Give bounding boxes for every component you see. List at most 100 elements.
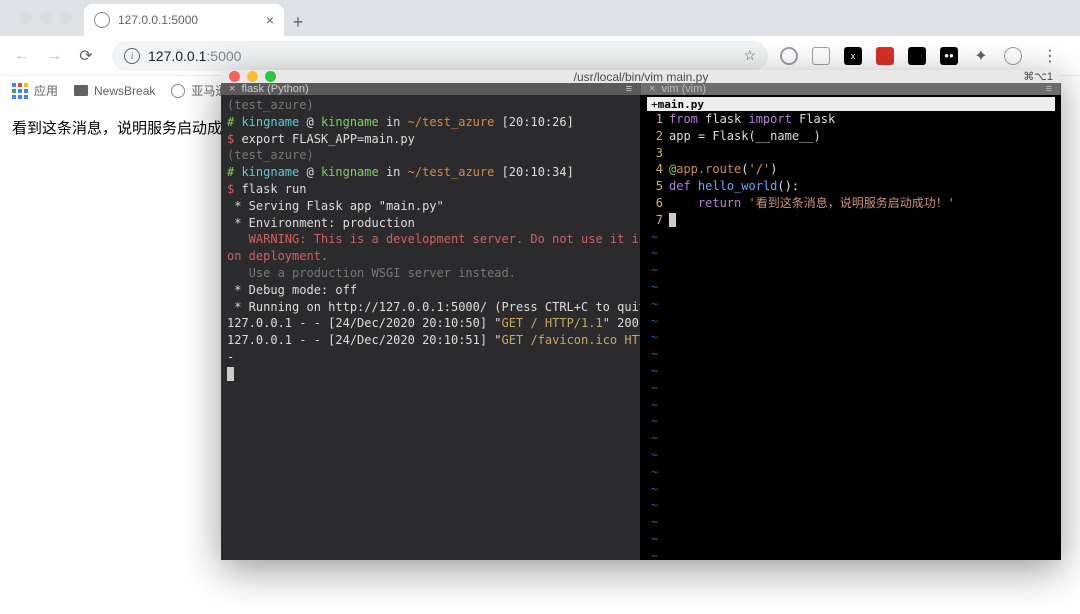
code-line: 7 [651,212,1051,229]
extension-icon[interactable] [876,47,894,65]
window-zoom-icon[interactable] [60,12,72,24]
vim-empty-line: ~ [651,531,1051,548]
shell-line: * Running on http://127.0.0.1:5000/ (Pre… [227,299,634,316]
extension-icon[interactable]: x [844,47,862,65]
apps-grid-icon [12,83,28,99]
vim-empty-line: ~ [651,413,1051,430]
extension-icon[interactable]: ●● [940,47,958,65]
code-line: 3 [651,145,1051,162]
shell-cursor [227,366,634,383]
shell-line: $ export FLASK_APP=main.py [227,131,634,148]
vim-empty-line: ~ [651,245,1051,262]
extension-icon[interactable] [908,47,926,65]
terminal-window[interactable]: /usr/local/bin/vim main.py ⌘⌥1 × flask (… [221,70,1061,560]
window-close-icon[interactable] [20,12,32,24]
vim-editor[interactable]: 1from flask import Flask2app = Flask(__n… [647,111,1055,560]
address-bar[interactable]: i 127.0.0.1:5000 ☆ [112,41,768,71]
tab-close-icon[interactable]: × [266,12,274,28]
apps-shortcut[interactable]: 应用 [12,82,58,99]
window-minimize-icon[interactable] [40,12,52,24]
vim-empty-line: ~ [651,397,1051,414]
shell-line: 127.0.0.1 - - [24/Dec/2020 20:10:50] "GE… [227,315,634,332]
bookmark-star-icon[interactable]: ☆ [743,47,756,64]
shell-line: (test_azure) [227,97,634,114]
vim-empty-line: ~ [651,380,1051,397]
tab-label: flask (Python) [241,83,308,95]
vim-empty-line: ~ [651,363,1051,380]
forward-button[interactable]: → [40,42,68,70]
terminal-traffic-lights[interactable] [229,71,276,82]
shell-line: on deployment. [227,248,634,265]
code-line: 2app = Flask(__name__) [651,128,1051,145]
tab-strip: 127.0.0.1:5000 × + [0,0,1080,36]
close-icon[interactable] [229,71,240,82]
tab-close-icon[interactable]: × [229,83,235,95]
vim-empty-line: ~ [651,229,1051,246]
menu-icon[interactable]: ⋮ [1036,42,1064,70]
vim-empty-line: ~ [651,548,1051,560]
browser-tab[interactable]: 127.0.0.1:5000 × [84,4,284,36]
shell-pane[interactable]: (test_azure)# kingname @ kingname in ~/t… [221,95,641,560]
terminal-titlebar[interactable]: /usr/local/bin/vim main.py ⌘⌥1 [221,70,1061,83]
vim-empty-line: ~ [651,329,1051,346]
site-info-icon[interactable]: i [124,48,140,64]
url-port: :5000 [206,48,241,64]
shell-line: * Environment: production [227,215,634,232]
vim-empty-line: ~ [651,279,1051,296]
vim-empty-line: ~ [651,296,1051,313]
code-line: 4@app.route('/') [651,161,1051,178]
minimize-icon[interactable] [247,71,258,82]
apps-label: 应用 [34,82,58,99]
vim-empty-line: ~ [651,481,1051,498]
vim-empty-line: ~ [651,464,1051,481]
hamburger-icon[interactable]: ≡ [1046,83,1052,95]
extensions-puzzle-icon[interactable]: ✦ [972,47,990,65]
vim-empty-line: ~ [651,262,1051,279]
vim-empty-line: ~ [651,346,1051,363]
shell-line: * Debug mode: off [227,282,634,299]
terminal-tab-flask[interactable]: × flask (Python) ≡ [221,83,641,95]
code-line: 5def hello_world(): [651,178,1051,195]
hamburger-icon[interactable]: ≡ [626,83,632,95]
back-button[interactable]: ← [8,42,36,70]
url-host: 127.0.0.1 [148,48,206,64]
vim-empty-line: ~ [651,313,1051,330]
shell-line: # kingname @ kingname in ~/test_azure [2… [227,114,634,131]
shell-line: # kingname @ kingname in ~/test_azure [2… [227,164,634,181]
vim-tab-marker: + [651,97,658,111]
shell-line: Use a production WSGI server instead. [227,265,634,282]
shell-line: 127.0.0.1 - - [24/Dec/2020 20:10:51] "GE… [227,332,634,349]
bookmark-item[interactable]: NewsBreak [74,84,155,98]
vim-filename: main.py [658,97,704,111]
vim-tab-bar: + main.py [647,97,1055,111]
code-line: 6 return '看到这条消息，说明服务启动成功！' [651,195,1051,212]
extension-icon[interactable] [780,47,798,65]
window-traffic-lights[interactable] [8,0,84,36]
vim-empty-line: ~ [651,514,1051,531]
terminal-shortcut: ⌘⌥1 [1023,70,1053,83]
terminal-tab-vim[interactable]: × vim (vim) ≡ [641,83,1061,95]
terminal-body: (test_azure)# kingname @ kingname in ~/t… [221,95,1061,560]
code-line: 1from flask import Flask [651,111,1051,128]
extension-icon[interactable] [812,47,830,65]
zoom-icon[interactable] [265,71,276,82]
new-tab-button[interactable]: + [284,8,312,36]
globe-icon [94,12,110,28]
browser-chrome: 127.0.0.1:5000 × + ← → ⟳ i 127.0.0.1:500… [0,0,1080,75]
tab-close-icon[interactable]: × [649,83,655,95]
reload-button[interactable]: ⟳ [72,42,100,70]
vim-empty-line: ~ [651,430,1051,447]
vim-pane[interactable]: + main.py 1from flask import Flask2app =… [641,95,1061,560]
bookmark-label: NewsBreak [94,84,155,98]
terminal-title: /usr/local/bin/vim main.py [574,70,709,84]
tab-title: 127.0.0.1:5000 [118,13,198,27]
extension-icons: x ●● ✦ ⋮ [780,42,1072,70]
shell-line: (test_azure) [227,147,634,164]
vim-empty-line: ~ [651,497,1051,514]
profile-icon[interactable] [1004,47,1022,65]
globe-icon [171,84,185,98]
shell-line: WARNING: This is a development server. D… [227,231,634,248]
shell-line: $ flask run [227,181,634,198]
page-text: 看到这条消息，说明服务启动成功！ [12,120,252,137]
folder-icon [74,85,88,96]
